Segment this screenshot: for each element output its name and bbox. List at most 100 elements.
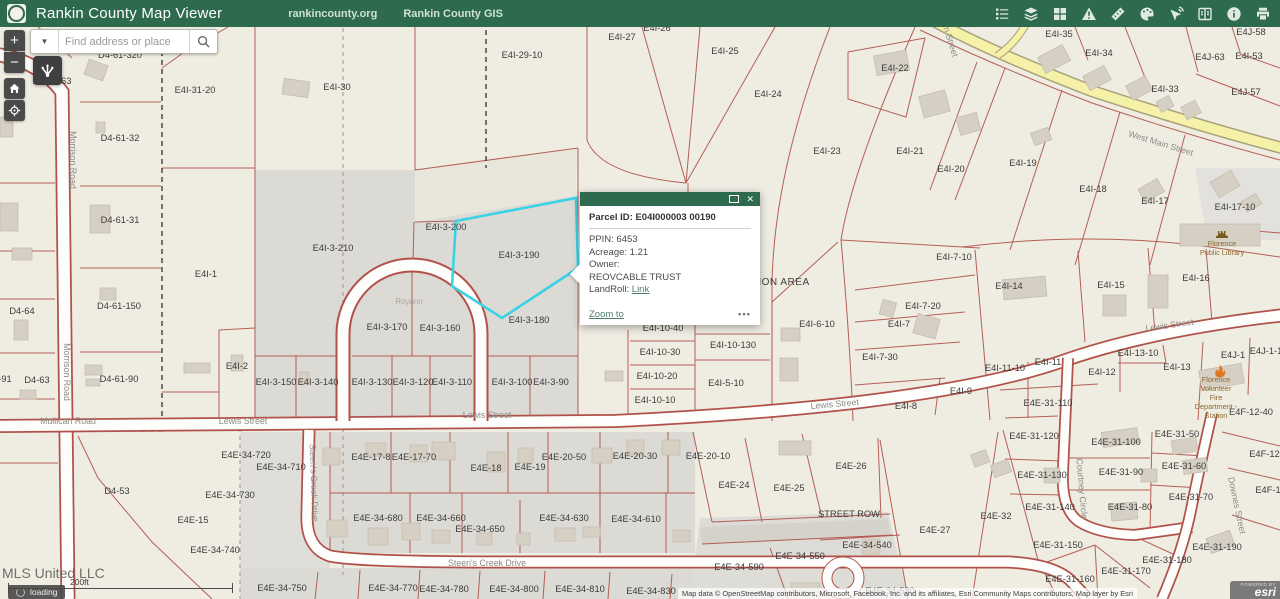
map-label: E4I-22 [881, 63, 908, 73]
map-label: E4I-10-10 [635, 395, 676, 405]
home-icon [8, 82, 21, 95]
home-button[interactable] [4, 78, 25, 99]
map-label: E4I-3-90 [533, 377, 569, 387]
map-label: E4E-31-180 [1142, 555, 1192, 565]
map-label: E4I-21 [896, 146, 923, 156]
map-label: E4I-23 [813, 146, 840, 156]
map-label: E4E-31-90 [1099, 467, 1143, 477]
search-bar: ▼ [30, 29, 218, 54]
draw-icon[interactable] [1138, 5, 1156, 23]
map-label: E4I-13 [1163, 362, 1190, 372]
map-label: E4I-12 [1088, 367, 1115, 377]
map-label: E4I-3-100 [492, 377, 533, 387]
map-label: E4E-31-160 [1045, 574, 1095, 584]
map-label: Department - [1195, 402, 1238, 411]
map-label: E4I-20 [937, 164, 964, 174]
map-label: E4E-34-830 [626, 586, 676, 596]
map-label: E4I-10-30 [640, 347, 681, 357]
map-label: E4J-57 [1231, 87, 1260, 97]
map-label: E4I-7-10 [936, 252, 972, 262]
loading-indicator: loading [8, 585, 65, 599]
map-label: E4E-32 [980, 511, 1011, 521]
map-label: D4-61-150 [97, 301, 141, 311]
map-label: E4E-18 [470, 463, 501, 473]
layers-icon[interactable] [1022, 5, 1040, 23]
map-label: E4I-9 [950, 386, 972, 396]
link-rankincounty-org[interactable]: rankincounty.org [288, 8, 377, 20]
map-label: E4I-7-20 [905, 301, 941, 311]
map-label: E4E-20-50 [542, 452, 586, 462]
map-label: E4E-20-30 [613, 451, 657, 461]
map-label: E4E-31-50 [1155, 429, 1199, 439]
search-source-dropdown[interactable]: ▼ [31, 30, 59, 53]
search-input[interactable] [59, 30, 189, 53]
zoom-to-link[interactable]: Zoom to [589, 309, 624, 320]
map-label: E4J-63 [1195, 52, 1224, 62]
panels-icon[interactable] [1196, 5, 1214, 23]
print-icon[interactable] [1254, 5, 1272, 23]
sketch-icon [39, 62, 56, 79]
parcel-info-popup: ✕ Parcel ID: E04I000003 00190 PPIN: 6453… [580, 192, 760, 325]
map-label: E4I-11 [1035, 357, 1062, 367]
map-label: E4I-10-20 [637, 371, 678, 381]
map-label: E4E-34-590 [714, 562, 764, 572]
landroll-link[interactable]: Link [632, 284, 649, 295]
map-label: D4-64 [9, 306, 34, 316]
popup-pointer [570, 264, 580, 284]
map-label: E4E-34-550 [775, 551, 825, 561]
popup-more-menu[interactable]: ••• [738, 309, 751, 320]
map-label: E4E-24 [718, 480, 749, 490]
sketch-tool-button[interactable] [33, 56, 62, 85]
map-label: E4I-19 [1009, 158, 1036, 168]
map-label: E4J-1-1 [1250, 346, 1280, 356]
map-label: E4E-17-8 [351, 452, 390, 462]
map-label: E4E-27 [919, 525, 950, 535]
map-label: Morrison Road [62, 343, 72, 401]
map-label: ION AREA [758, 277, 809, 288]
popup-close-icon[interactable]: ✕ [746, 195, 754, 204]
map-label: E4I-6-10 [799, 319, 835, 329]
popup-landroll-row: LandRoll: Link [589, 284, 751, 297]
legend-icon[interactable] [993, 5, 1011, 23]
zoom-in-button[interactable]: + [4, 30, 25, 51]
map-label: E4I-24 [754, 89, 781, 99]
map-label: E4E-20-10 [686, 451, 730, 461]
map-label: E4E-31-140 [1025, 502, 1075, 512]
map-label: E4I-3-110 [432, 377, 472, 387]
map-label: E4I-3-130 [352, 377, 393, 387]
locate-button[interactable] [4, 100, 25, 121]
map-label: E4E-34-750 [257, 583, 307, 593]
popup-title: Parcel ID: E04I000003 00190 [589, 212, 751, 229]
map-label: E4J-58 [1236, 27, 1265, 37]
basemap-gallery-icon[interactable] [1051, 5, 1069, 23]
warning-icon[interactable] [1080, 5, 1098, 23]
popup-maximize-icon[interactable] [729, 195, 739, 203]
map-label: E4J-1 [1221, 350, 1245, 360]
measure-icon[interactable] [1109, 5, 1127, 23]
map-label: E4I-3-170 [367, 322, 408, 332]
map-label: E4E-31-150 [1033, 540, 1083, 550]
map-label: E4I-14 [995, 281, 1022, 291]
zoom-out-button[interactable]: − [4, 52, 25, 73]
map-label: Florence [1202, 375, 1230, 384]
map-label: E4E-31-190 [1192, 542, 1242, 552]
location-share-icon[interactable] [1167, 5, 1185, 23]
map-label: E4E-31-110 [1024, 398, 1073, 408]
map-label: E4E-31-70 [1169, 492, 1213, 502]
map-label: E4I-33 [1151, 84, 1178, 94]
info-icon[interactable] [1225, 5, 1243, 23]
map-label: E4I-27 [608, 32, 635, 42]
map-label: E4I-3-210 [313, 243, 354, 253]
search-icon[interactable] [189, 30, 217, 53]
map-label: E4E-34-610 [611, 514, 661, 524]
map-label: E4I-53 [1235, 51, 1262, 61]
map-label: E4E-25 [773, 483, 804, 493]
map-label: E4I-13-10 [1118, 348, 1159, 358]
map-label: Public Library [1200, 248, 1245, 257]
map-label: E4I-5-10 [708, 378, 744, 388]
esri-logo: POWERED BY esri [1230, 581, 1280, 599]
map-label: E4I-18 [1079, 184, 1106, 194]
popup-owner-value: REOVCABLE TRUST [589, 272, 751, 285]
map-label: E4E-34-540 [842, 540, 892, 550]
link-rankin-county-gis[interactable]: Rankin County GIS [403, 8, 503, 20]
